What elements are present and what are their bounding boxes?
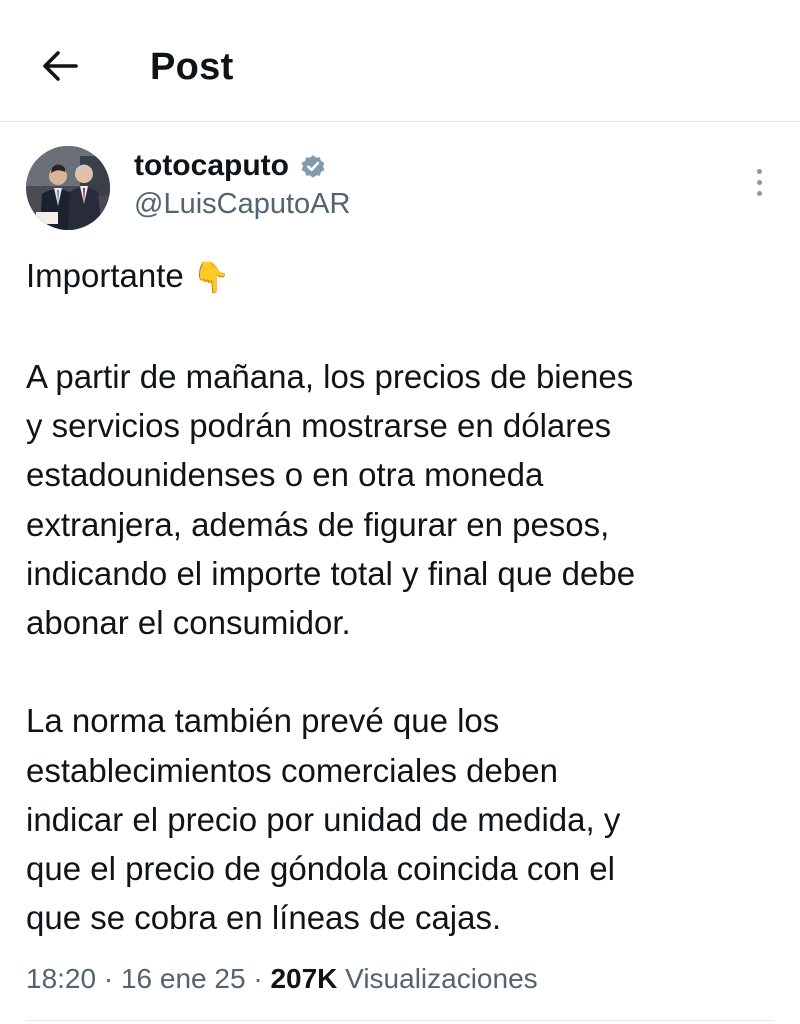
avatar[interactable]: [26, 146, 110, 230]
post-line: A partir de mañana, los precios de biene…: [26, 358, 634, 396]
post-line: estadounidenses o en otra moneda: [26, 456, 544, 494]
author-name-text: totocaputo: [134, 149, 289, 182]
post-body: Importante 👇 A partir de mañana, los pre…: [26, 251, 786, 942]
more-options-button[interactable]: [744, 164, 774, 200]
more-dot-icon: [756, 190, 762, 196]
post-line: extranjera, además de figurar en pesos,: [26, 505, 610, 543]
divider: [26, 1020, 774, 1021]
post-line: La norma también prevé que los: [26, 702, 500, 740]
author-display-name[interactable]: totocaputo: [134, 148, 327, 184]
more-dot-icon: [756, 168, 762, 174]
arrow-left-icon: [43, 51, 78, 81]
post-line: establecimientos comerciales deben: [26, 751, 558, 789]
post-line: Importante 👇: [26, 257, 231, 295]
post-line: abonar el consumidor.: [26, 604, 351, 642]
views-label[interactable]: Visualizaciones: [345, 963, 538, 994]
post-date[interactable]: 16 ene 25: [121, 963, 246, 994]
more-dot-icon: [756, 179, 762, 185]
top-bar: Post: [0, 0, 800, 122]
verified-badge-icon: [299, 152, 327, 180]
post-line: que el precio de góndola coincida con el: [26, 850, 615, 888]
post-line: indicar el precio por unidad de medida, …: [26, 800, 621, 838]
back-button[interactable]: [38, 44, 82, 88]
post-line: que se cobra en líneas de cajas.: [26, 899, 502, 937]
post-metadata: 18:20 · 16 ene 25 · 207K Visualizaciones: [26, 960, 538, 1000]
author-handle[interactable]: @LuisCaputoAR: [134, 186, 350, 222]
post-line: indicando el importe total y final que d…: [26, 554, 636, 592]
post-line: y servicios podrán mostrarse en dólares: [26, 407, 612, 445]
page-title: Post: [150, 46, 234, 88]
meta-separator: ·: [253, 963, 263, 994]
views-count[interactable]: 207K: [270, 963, 337, 994]
meta-separator: ·: [103, 963, 114, 994]
pointing-down-emoji-icon: 👇: [192, 261, 231, 295]
post-time[interactable]: 18:20: [26, 963, 96, 994]
